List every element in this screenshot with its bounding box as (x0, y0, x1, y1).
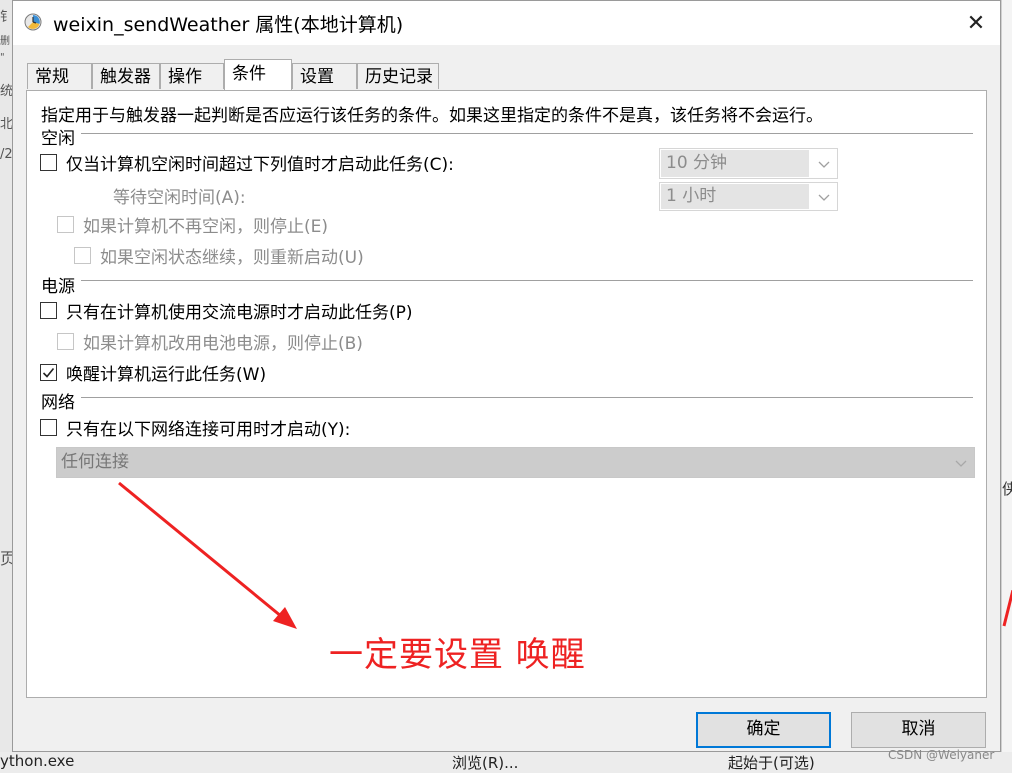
background-window-left: 钅 删 " 统 北 /2 页 (0, 0, 16, 773)
label-stop-on-battery: 如果计算机改用电池电源，则停止(B) (83, 334, 363, 354)
label-ac-power-only: 只有在计算机使用交流电源时才启动此任务(P) (66, 303, 413, 323)
watermark: CSDN @Weiyaner (888, 748, 995, 762)
background-text: 浏览(R)... (452, 754, 519, 772)
section-divider (41, 280, 973, 281)
section-divider (41, 133, 973, 134)
background-text: 起始于(可选) (728, 754, 815, 772)
tab-general[interactable]: 常规 (27, 63, 92, 89)
section-divider (41, 397, 973, 398)
checkbox-restart-if-idle[interactable] (74, 247, 91, 264)
checkbox-stop-on-battery[interactable] (57, 333, 74, 350)
label-restart-if-idle: 如果空闲状态继续，则重新启动(U) (100, 248, 364, 268)
checkmark-icon (42, 367, 55, 378)
idle-duration-dropdown[interactable]: 10 分钟 (659, 148, 838, 179)
ok-button[interactable]: 确定 (696, 712, 831, 748)
wait-idle-dropdown[interactable]: 1 小时 (659, 182, 838, 211)
cancel-button[interactable]: 取消 (851, 712, 986, 748)
label-stop-if-not-idle: 如果计算机不再空闲，则停止(E) (83, 217, 329, 237)
tab-conditions[interactable]: 条件 (224, 59, 292, 90)
wait-idle-value: 1 小时 (666, 186, 717, 206)
section-label-power: 电源 (41, 272, 81, 297)
label-start-if-idle: 仅当计算机空闲时间超过下列值时才启动此任务(C): (66, 155, 454, 175)
background-window-bottom: ython.exe 浏览(R)... 起始于(可选) (0, 752, 1012, 773)
checkbox-network-only[interactable] (40, 419, 57, 436)
conditions-panel: 指定用于与触发器一起判断是否应运行该任务的条件。如果这里指定的条件不是真，该任务… (26, 90, 987, 698)
idle-duration-value: 10 分钟 (666, 153, 728, 173)
chevron-down-icon (955, 460, 967, 467)
chevron-down-icon (818, 161, 830, 168)
tab-settings[interactable]: 设置 (292, 63, 357, 89)
tab-triggers[interactable]: 触发器 (92, 63, 160, 89)
dialog-title: weixin_sendWeather 属性(本地计算机) (53, 14, 404, 36)
close-button[interactable]: ✕ (952, 1, 1000, 45)
section-label-idle: 空闲 (41, 124, 81, 149)
conditions-description: 指定用于与触发器一起判断是否应运行该任务的条件。如果这里指定的条件不是真，该任务… (41, 106, 823, 126)
chevron-down-icon (818, 194, 830, 201)
label-wait-idle: 等待空闲时间(A): (113, 188, 246, 208)
background-text: 删 (0, 36, 10, 47)
network-connection-dropdown[interactable]: 任何连接 (56, 447, 975, 478)
label-wake-to-run: 唤醒计算机运行此任务(W) (66, 365, 267, 385)
tab-history[interactable]: 历史记录 (357, 63, 439, 89)
annotation-arrow (118, 481, 297, 629)
background-window-right: 侠 (1001, 0, 1012, 773)
background-arrow-fragment (1002, 590, 1012, 627)
section-label-network: 网络 (41, 388, 81, 413)
network-connection-value: 任何连接 (61, 452, 129, 472)
label-network-only: 只有在以下网络连接可用时才启动(Y): (66, 420, 351, 440)
checkbox-stop-if-not-idle[interactable] (57, 216, 74, 233)
background-text: " (0, 52, 5, 63)
annotation-text: 一定要设置 唤醒 (329, 635, 586, 675)
background-text: ython.exe (0, 752, 75, 770)
checkbox-start-if-idle[interactable] (40, 154, 57, 171)
checkbox-ac-power-only[interactable] (40, 302, 57, 319)
close-icon: ✕ (966, 10, 986, 36)
title-bar[interactable]: weixin_sendWeather 属性(本地计算机) ✕ (13, 1, 1000, 45)
tab-actions[interactable]: 操作 (160, 63, 224, 89)
background-text: 侠 (1002, 480, 1012, 498)
task-clock-icon (24, 13, 42, 31)
checkbox-wake-to-run[interactable] (40, 364, 57, 381)
properties-dialog: weixin_sendWeather 属性(本地计算机) ✕ 常规 触发器 操作… (12, 0, 1001, 752)
background-text: /2 (0, 147, 13, 162)
